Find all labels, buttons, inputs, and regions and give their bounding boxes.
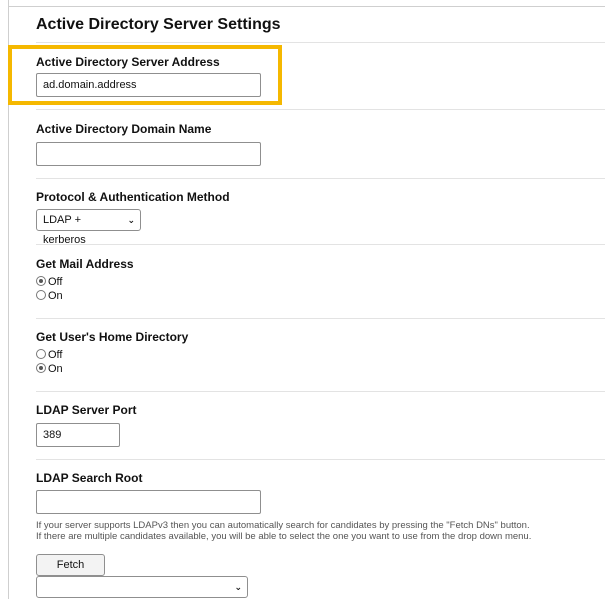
divider bbox=[36, 318, 605, 319]
radio-unchecked-icon[interactable] bbox=[36, 349, 46, 360]
fetch-dns-button[interactable]: Fetch DNs bbox=[36, 554, 105, 591]
ldap-port-label: LDAP Server Port bbox=[36, 403, 137, 417]
divider bbox=[36, 244, 605, 245]
divider bbox=[36, 42, 605, 43]
divider bbox=[36, 109, 605, 110]
home-dir-option-off[interactable]: Off bbox=[36, 349, 62, 361]
search-root-help-line1: If your server supports LDAPv3 then you … bbox=[36, 520, 530, 531]
radio-unchecked-icon[interactable] bbox=[36, 290, 46, 301]
chevron-down-icon: ⌄ bbox=[127, 215, 135, 225]
ldap-port-input[interactable]: 389 bbox=[36, 423, 120, 447]
radio-checked-icon[interactable] bbox=[36, 276, 46, 287]
search-root-label: LDAP Search Root bbox=[36, 471, 143, 485]
chevron-down-icon: ⌄ bbox=[234, 582, 242, 592]
divider bbox=[36, 178, 605, 179]
page-title: Active Directory Server Settings bbox=[36, 16, 281, 33]
home-dir-option-on[interactable]: On bbox=[36, 363, 63, 375]
top-border bbox=[8, 6, 605, 7]
dn-select[interactable]: ⌄ bbox=[36, 576, 248, 598]
get-mail-label: Get Mail Address bbox=[36, 257, 134, 271]
search-root-input[interactable] bbox=[36, 490, 261, 514]
search-root-help-line2: If there are multiple candidates availab… bbox=[36, 531, 532, 542]
get-mail-option-on[interactable]: On bbox=[36, 290, 63, 302]
domain-name-label: Active Directory Domain Name bbox=[36, 122, 212, 136]
home-dir-label: Get User's Home Directory bbox=[36, 330, 189, 344]
domain-name-input[interactable] bbox=[36, 142, 261, 166]
get-mail-option-off[interactable]: Off bbox=[36, 276, 62, 288]
protocol-label: Protocol & Authentication Method bbox=[36, 190, 230, 204]
protocol-select[interactable]: LDAP + kerberos ⌄ bbox=[36, 209, 141, 246]
divider bbox=[36, 391, 605, 392]
divider bbox=[36, 459, 605, 460]
radio-checked-icon[interactable] bbox=[36, 363, 46, 374]
highlight-box bbox=[8, 45, 282, 105]
protocol-selected-value: LDAP + kerberos bbox=[43, 214, 86, 246]
